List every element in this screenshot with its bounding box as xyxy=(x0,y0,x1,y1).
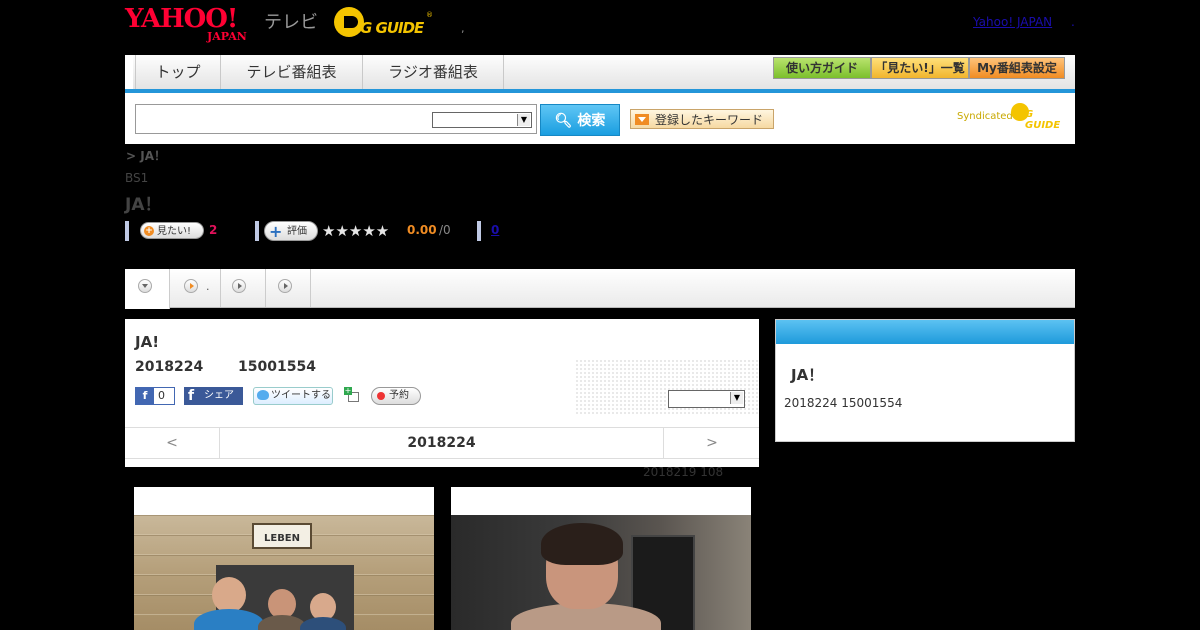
gguide-logo-text: G GUIDE xyxy=(360,19,424,37)
syndicated-logo-text: G GUIDE xyxy=(1025,109,1061,131)
main-navigation: トップ テレビ番組表 ラジオ番組表 使い方ガイド 「見たい!」一覧 My番組表設… xyxy=(125,55,1075,93)
tab-section-2[interactable]: . xyxy=(170,269,221,307)
record-dot-icon xyxy=(377,392,385,400)
nav-edge xyxy=(125,55,133,89)
program-detail-panel: JA! 2018224 15001554 f 0 f シェア ツイートする + … xyxy=(125,319,759,467)
search-button[interactable]: 🔍︎ 検索 xyxy=(540,104,620,136)
tab-details[interactable] xyxy=(125,269,170,309)
search-genre-select[interactable]: ▼ xyxy=(432,112,532,128)
syndicated-label: Syndicated xyxy=(957,111,1013,122)
program-action-select[interactable]: ▼ xyxy=(668,390,745,408)
last-updated: 2018219 108 xyxy=(643,465,724,479)
photo-card[interactable] xyxy=(451,487,751,630)
chevron-down-icon: ▼ xyxy=(517,114,530,126)
tab-section-4[interactable] xyxy=(266,269,311,307)
mitai-button-label: 見たい! xyxy=(157,226,192,237)
search-button-label: 検索 xyxy=(577,113,606,129)
header-dot: , xyxy=(461,22,465,35)
photo-card[interactable]: LEBEN xyxy=(134,487,434,630)
yahoo-japan-link[interactable]: Yahoo! JAPAN xyxy=(973,15,1052,29)
plus-icon: + xyxy=(144,226,154,236)
rating-button[interactable]: + 評価 xyxy=(264,221,318,241)
yahoo-japan-logo[interactable]: YAHOO! JAPAN xyxy=(125,6,265,42)
tab-radio-schedule[interactable]: ラジオ番組表 xyxy=(362,55,504,89)
tweet-label: ツイートする xyxy=(271,390,331,401)
breadcrumb: > JA！ xyxy=(126,149,166,163)
registered-keyword-label: 登録したキーワード xyxy=(655,113,764,127)
twitter-bird-icon xyxy=(257,390,269,400)
registered-mark: ® xyxy=(426,11,433,19)
search-bar: ▼ 🔍︎ 検索 登録したキーワード Syndicated G GUIDE xyxy=(125,93,1075,144)
previous-day-button[interactable]: < xyxy=(125,428,220,458)
gguide-logo[interactable]: G GUIDE ® xyxy=(334,7,434,41)
tweet-button[interactable]: ツイートする xyxy=(253,387,333,405)
plus-icon: + xyxy=(269,222,283,241)
chevron-down-icon: ▼ xyxy=(730,392,743,404)
usage-guide-button[interactable]: 使い方ガイド xyxy=(773,57,871,79)
rating-score: 0.00 xyxy=(407,223,437,237)
reserve-button[interactable]: 予約 xyxy=(371,387,421,405)
registered-keyword-button[interactable]: 登録したキーワード xyxy=(630,109,774,129)
person-face xyxy=(212,577,246,613)
program-stats: + 見たい! 2 + 評価 ★★★★★ 0.00 /0 0 xyxy=(125,221,625,241)
cabin-sign: LEBEN xyxy=(252,523,312,549)
play-arrow-icon xyxy=(232,279,246,293)
channel-name: BS1 xyxy=(125,171,149,185)
program-title: JA! xyxy=(135,333,160,351)
rating-count: /0 xyxy=(439,223,451,237)
my-schedule-settings-button[interactable]: My番組表設定 xyxy=(969,57,1065,79)
facebook-icon: f xyxy=(188,388,195,404)
syndicated-gguide-logo: G GUIDE xyxy=(1011,103,1067,131)
reserve-label: 予約 xyxy=(389,390,409,401)
next-day-button[interactable]: > xyxy=(663,428,760,458)
facebook-share-button[interactable]: f シェア xyxy=(184,387,243,405)
rating-button-label: 評価 xyxy=(287,226,307,237)
tab-section-2-label: . xyxy=(206,280,210,293)
side-panel-header xyxy=(776,320,1074,344)
chevron-down-icon xyxy=(138,279,152,293)
plus-icon: + xyxy=(344,386,352,395)
facebook-icon: f xyxy=(136,388,154,404)
search-icon: 🔍︎ xyxy=(554,113,573,129)
yahoo-logo-text: YAHOO! xyxy=(125,4,238,34)
pager-date: 2018224 xyxy=(407,435,476,451)
side-panel: JA！ 2018224 15001554 xyxy=(775,319,1075,442)
tab-tv-schedule[interactable]: テレビ番組表 xyxy=(220,55,362,89)
facebook-like-count: 0 xyxy=(158,389,165,402)
kitchen-photo xyxy=(451,515,751,630)
broadcast-date: 2018224 xyxy=(135,359,204,375)
add-calendar-icon[interactable]: + xyxy=(344,387,359,403)
play-arrow-icon xyxy=(184,279,198,293)
yahoo-japan-dot: . xyxy=(1071,15,1075,29)
page-title: JA！ xyxy=(125,195,162,215)
divider xyxy=(477,221,481,241)
facebook-like-button[interactable]: f 0 xyxy=(135,387,175,405)
tab-section-3[interactable] xyxy=(221,269,266,307)
divider xyxy=(125,221,129,241)
tab-top[interactable]: トップ xyxy=(135,55,220,89)
play-arrow-icon xyxy=(278,279,292,293)
japan-logo-text: JAPAN xyxy=(207,30,247,43)
person-hair xyxy=(541,523,623,565)
review-count-link[interactable]: 0 xyxy=(491,223,499,237)
tv-logo-label[interactable]: テレビ xyxy=(264,8,318,34)
side-panel-time: 2018224 15001554 xyxy=(784,396,903,410)
detail-tab-strip: . xyxy=(125,269,1075,309)
broadcast-time: 15001554 xyxy=(238,359,316,375)
facebook-share-label: シェア xyxy=(204,390,234,401)
side-panel-title: JA！ xyxy=(791,366,824,384)
cabin-photo: LEBEN xyxy=(134,515,434,630)
mitai-count: 2 xyxy=(209,223,218,237)
mitai-button[interactable]: + 見たい! xyxy=(140,222,204,239)
dropdown-arrow-icon xyxy=(635,114,649,125)
mitai-list-button[interactable]: 「見たい!」一覧 xyxy=(871,57,969,79)
date-pager: < 2018224 > xyxy=(125,427,759,459)
rating-stars: ★★★★★ xyxy=(322,222,390,240)
divider xyxy=(255,221,259,241)
